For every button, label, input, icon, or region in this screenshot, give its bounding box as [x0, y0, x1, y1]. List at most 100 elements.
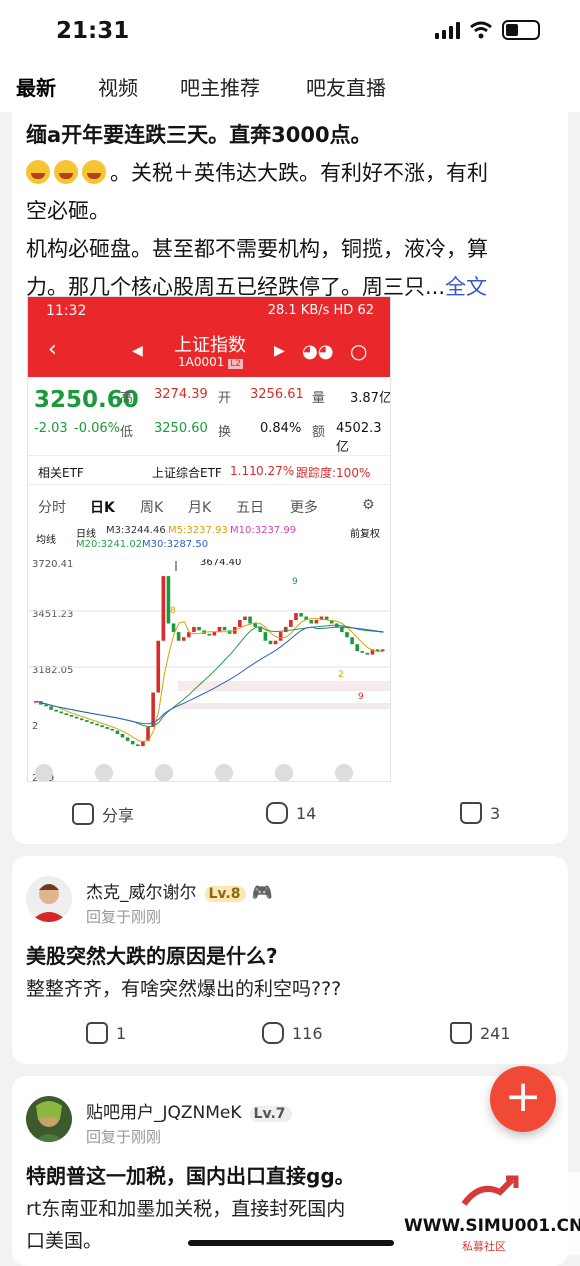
new-post-button[interactable]: + — [490, 1066, 556, 1132]
quote-panel: 3250.60 -2.03 -0.06% 高 3274.39 开 3256.61… — [28, 377, 390, 455]
candle — [345, 632, 349, 638]
post-line: 机构必砸盘。甚至都不需要机构，铜揽，液冷，算 — [26, 237, 488, 261]
post-line: 空必砸。 — [26, 199, 110, 223]
adjust-label: 前复权 — [350, 529, 380, 540]
candle — [222, 626, 227, 631]
tab-live[interactable]: 吧友直播 — [306, 64, 386, 101]
candle — [243, 616, 247, 620]
gap-band — [178, 703, 390, 709]
candle — [360, 651, 365, 653]
mascot-icon: ◕◕ — [302, 341, 334, 362]
username[interactable]: 杰克_威尔谢尔 Lv.8 🎮 — [86, 878, 273, 903]
etf-label: 相关ETF — [38, 466, 84, 480]
post-image-stock-screenshot[interactable]: 11:32 28.1 KB/s HD 62 ‹ ◀ 上证指数 1A0001 L2… — [27, 296, 391, 782]
comment-button[interactable]: 14 — [266, 802, 316, 824]
candle — [294, 613, 298, 620]
share-label: 分享 — [102, 806, 135, 825]
kline-chart: 3720.41 3451.23 3182.05 2 2.69 3674.40 9… — [28, 559, 390, 781]
comment-title: 特朗普这一加税，国内出口直接gg。 — [26, 1164, 355, 1188]
candle — [74, 716, 79, 719]
tab-owner-recommend[interactable]: 吧主推荐 — [180, 64, 260, 101]
candle — [283, 626, 288, 633]
candle — [350, 637, 354, 645]
watermark-text: WWW.SIMU001.CN — [404, 1216, 580, 1236]
game-icon: 🎮 — [251, 883, 274, 903]
turnover-value: 0.84% — [260, 421, 302, 436]
username[interactable]: 贴吧用户_JQZNMeK Lv.7 — [86, 1098, 292, 1123]
ma-label: 均线 — [36, 535, 56, 546]
like-button[interactable]: 241 — [450, 1022, 511, 1044]
candle — [197, 626, 201, 631]
candle — [238, 620, 242, 627]
avatar[interactable] — [26, 876, 72, 922]
watermark: WWW.SIMU001.CN 私募社区 — [402, 1172, 580, 1255]
candle — [380, 649, 385, 652]
etf-track: 跟踪度:100% — [296, 466, 371, 480]
candle — [192, 626, 196, 633]
emoji-icon — [82, 160, 106, 184]
candle — [289, 620, 293, 627]
ma-m20: M20:3241.02 — [76, 539, 143, 550]
comment-icon — [262, 1022, 284, 1044]
post-card[interactable]: 缅a开年要连跌三天。直奔3000点。 。关税＋英伟达大跌。有利好不涨，有利 空必… — [12, 100, 568, 844]
level-badge: Lv.8 — [204, 886, 247, 902]
period-tab: 月K — [188, 500, 212, 516]
read-more-link[interactable]: 全文 — [445, 275, 487, 299]
high-value: 3274.39 — [154, 387, 208, 402]
zoom-out-icon — [35, 764, 53, 781]
change-pct: -0.06% — [74, 421, 120, 436]
amount-label: 额 — [312, 425, 326, 440]
candle — [253, 623, 257, 627]
share-button[interactable]: 1 — [86, 1022, 126, 1044]
tab-latest[interactable]: 最新 — [16, 64, 56, 107]
index-name: 上证指数 — [174, 335, 246, 356]
comment-card[interactable]: 杰克_威尔谢尔 Lv.8 🎮 回复于刚刚 美股突然大跌的原因是什么? 整整齐齐，有… — [12, 856, 568, 1064]
like-button[interactable]: 3 — [460, 802, 500, 824]
battery-icon — [502, 20, 540, 40]
candle — [171, 623, 176, 633]
wifi-icon — [470, 21, 492, 39]
candle — [90, 721, 94, 724]
left-icon — [215, 764, 233, 781]
gap-band — [178, 681, 390, 691]
share-button[interactable]: 分享 — [72, 802, 134, 826]
candle — [115, 730, 120, 734]
candle — [299, 613, 303, 617]
candle — [120, 734, 125, 738]
candle — [273, 640, 278, 645]
post-line: 缅a开年要连跌三天。直奔3000点。 — [26, 123, 372, 147]
thumbs-up-icon — [450, 1022, 472, 1044]
candle — [110, 728, 115, 731]
comment-actions: 1 116 241 — [12, 1010, 568, 1064]
candle — [59, 711, 64, 714]
turnover-label: 换 — [218, 425, 232, 440]
comment-body: rt东南亚和加墨加关税，直接封死国内 — [26, 1198, 346, 1220]
open-label: 开 — [218, 391, 232, 406]
share-icon — [72, 803, 94, 825]
tab-video[interactable]: 视频 — [98, 64, 138, 101]
period-tab: 日K — [90, 500, 115, 516]
candle — [54, 709, 59, 712]
candle — [340, 626, 344, 633]
candle — [125, 737, 130, 741]
candle — [100, 725, 104, 728]
ma-line-label: 日线 — [76, 529, 96, 540]
stock-app-header: 11:32 28.1 KB/s HD 62 ‹ ◀ 上证指数 1A0001 L2… — [28, 297, 390, 377]
avatar[interactable] — [26, 1096, 72, 1142]
comment-title: 美股突然大跌的原因是什么? — [26, 944, 278, 968]
comment-button[interactable]: 116 — [262, 1022, 323, 1044]
level-badge: Lv.7 — [249, 1106, 292, 1122]
cellular-signal-icon — [435, 21, 460, 39]
index-code: 1A0001 L2 — [178, 355, 243, 369]
fullscreen-icon — [335, 764, 353, 781]
candle — [136, 744, 140, 747]
change: -2.03 — [34, 421, 68, 436]
candle — [248, 616, 252, 624]
watermark-logo-icon — [461, 1175, 519, 1206]
like-count: 241 — [480, 1023, 511, 1043]
etf-price: 1.11 — [230, 464, 257, 478]
reply-meta: 回复于刚刚 — [86, 1128, 162, 1146]
candle — [207, 633, 212, 636]
home-indicator — [188, 1240, 394, 1246]
period-tab: 分时 — [38, 500, 66, 516]
